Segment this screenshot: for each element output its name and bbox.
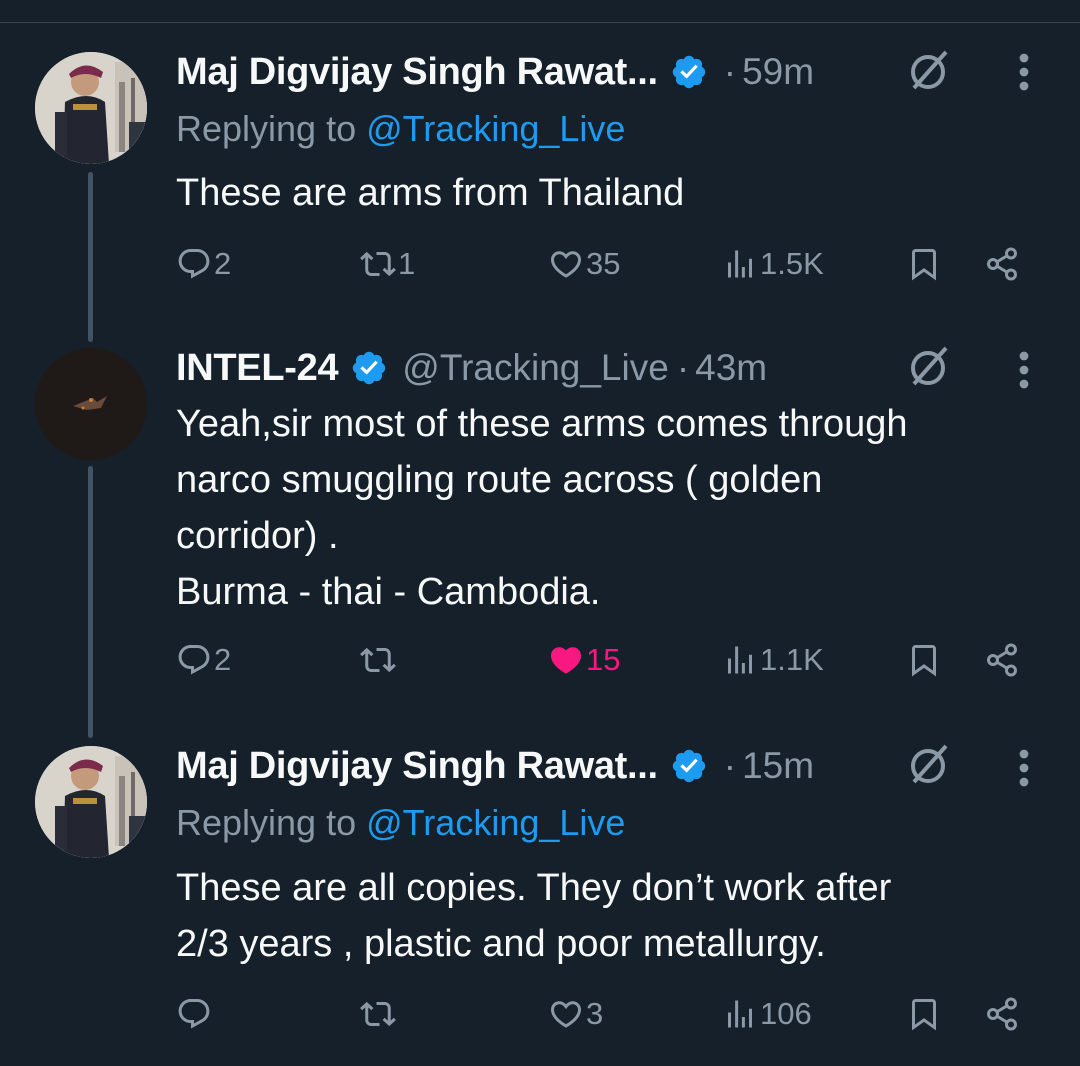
like-button[interactable]: 15 (548, 642, 620, 678)
repost-icon (360, 647, 396, 673)
repost-button[interactable] (360, 996, 398, 1032)
tweet-text: Yeah,sir most of these arms comes throug… (176, 403, 908, 613)
action-bar: 2 1 35 1.5K (0, 246, 1080, 294)
verified-badge-icon (672, 55, 706, 89)
views-count: 1.1K (760, 642, 824, 677)
tweet-text: These are arms from Thailand (176, 172, 685, 214)
reply-button[interactable]: 2 (176, 642, 231, 678)
bookmark-button[interactable] (906, 996, 942, 1032)
views-count: 1.5K (760, 246, 824, 281)
bookmark-icon (912, 999, 936, 1031)
user-handle[interactable]: @Tracking_Live (402, 347, 669, 389)
verified-badge-icon (672, 749, 706, 783)
replying-to: Replying to @Tracking_Live (176, 802, 625, 844)
top-divider (0, 22, 1080, 23)
separator-dot: · (676, 347, 690, 388)
timestamp[interactable]: 15m (742, 745, 814, 787)
thread-connector (88, 466, 93, 738)
share-button[interactable] (984, 246, 1020, 282)
reply-button[interactable]: 2 (176, 246, 231, 282)
bookmark-icon (912, 645, 936, 677)
tweet-header: INTEL-24 @Tracking_Live · 43m (176, 344, 767, 392)
repost-button[interactable] (360, 642, 398, 678)
replying-to-handle[interactable]: @Tracking_Live (366, 108, 625, 149)
separator-dot: · (723, 51, 737, 92)
reply-icon (178, 249, 210, 279)
views-chart-icon (728, 250, 752, 278)
display-name[interactable]: Maj Digvijay Singh Rawat... (176, 745, 658, 788)
tweet-header: Maj Digvijay Singh Rawat... · 15m (176, 742, 814, 790)
reply-button[interactable] (176, 996, 214, 1032)
avatar[interactable] (35, 746, 147, 858)
reply-count: 2 (214, 246, 232, 281)
avatar-image (35, 348, 147, 460)
like-count: 35 (586, 246, 621, 281)
reply-count: 2 (214, 642, 232, 677)
replying-to-prefix: Replying to (176, 802, 367, 843)
verified-badge-icon (353, 351, 386, 385)
replying-to-prefix: Replying to (176, 108, 367, 149)
like-button[interactable]: 35 (548, 246, 620, 282)
grok-icon[interactable] (906, 46, 954, 94)
reply-icon (178, 645, 210, 675)
views-button[interactable]: 1.5K (722, 246, 824, 282)
replying-to: Replying to @Tracking_Live (176, 108, 625, 150)
timestamp[interactable]: 43m (695, 347, 767, 389)
more-options-icon[interactable] (1018, 748, 1030, 788)
avatar[interactable] (35, 52, 147, 164)
repost-icon (360, 251, 396, 277)
like-heart-icon (550, 647, 582, 674)
tweet-text: These are all copies. They don’t work af… (176, 867, 892, 965)
display-name[interactable]: INTEL-24 (176, 347, 339, 390)
share-icon (987, 247, 1017, 281)
share-icon (987, 643, 1017, 677)
views-button[interactable]: 1.1K (722, 642, 824, 678)
like-count: 3 (586, 996, 604, 1031)
repost-button[interactable]: 1 (360, 246, 415, 282)
like-heart-icon (550, 1001, 582, 1028)
share-button[interactable] (984, 996, 1020, 1032)
more-options-icon[interactable] (1018, 350, 1030, 390)
grok-icon[interactable] (906, 740, 954, 788)
views-chart-icon (728, 1000, 752, 1028)
timestamp[interactable]: 59m (742, 51, 814, 93)
views-button[interactable]: 106 (722, 996, 812, 1032)
bookmark-button[interactable] (906, 246, 942, 282)
share-icon (987, 997, 1017, 1031)
views-count: 106 (760, 996, 812, 1031)
avatar[interactable] (35, 348, 147, 460)
views-chart-icon (728, 646, 752, 674)
avatar-image (35, 746, 147, 858)
replying-to-handle[interactable]: @Tracking_Live (366, 802, 625, 843)
action-bar: 2 15 1.1K (0, 642, 1080, 690)
avatar-image (35, 52, 147, 164)
bookmark-button[interactable] (906, 642, 942, 678)
like-heart-icon (550, 251, 582, 278)
more-options-icon[interactable] (1018, 52, 1030, 92)
like-count: 15 (586, 642, 621, 677)
share-button[interactable] (984, 642, 1020, 678)
bookmark-icon (912, 249, 936, 281)
like-button[interactable]: 3 (548, 996, 603, 1032)
display-name[interactable]: Maj Digvijay Singh Rawat... (176, 51, 658, 94)
tweet-header: Maj Digvijay Singh Rawat... · 59m (176, 48, 814, 96)
repost-count: 1 (398, 246, 416, 281)
repost-icon (360, 1001, 396, 1027)
separator-dot: · (723, 745, 737, 786)
reply-icon (178, 999, 210, 1029)
grok-icon[interactable] (906, 342, 954, 390)
action-bar: 3 106 (0, 996, 1080, 1044)
